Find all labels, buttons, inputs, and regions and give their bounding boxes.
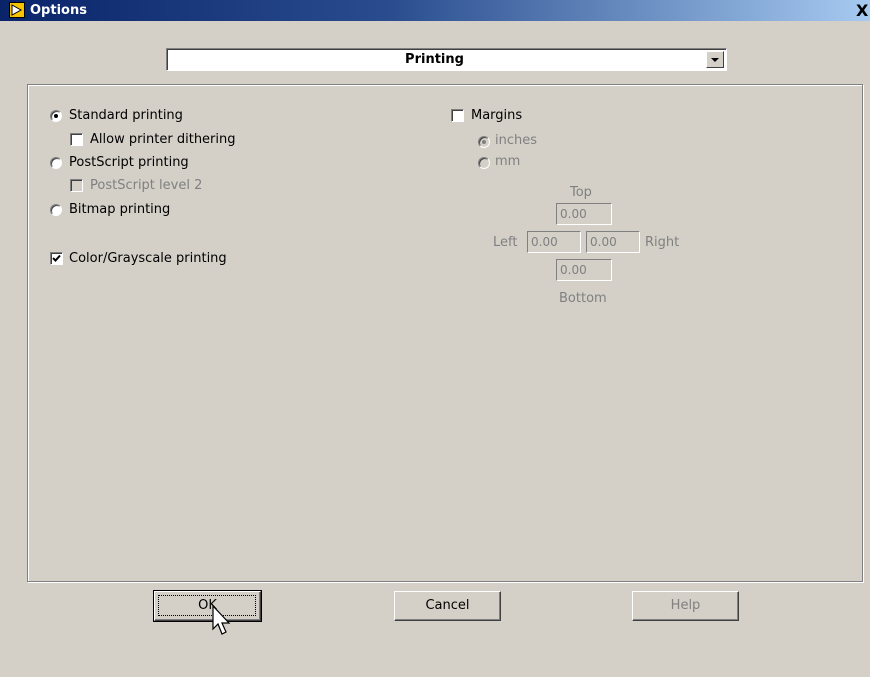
mm-label: mm bbox=[495, 154, 521, 169]
cancel-button-label: Cancel bbox=[425, 598, 470, 613]
margins-checkbox[interactable] bbox=[451, 109, 464, 122]
margins-label: Margins bbox=[471, 108, 523, 123]
ok-button[interactable]: OK bbox=[153, 590, 262, 622]
close-icon[interactable]: X bbox=[856, 1, 868, 20]
category-select[interactable]: Printing bbox=[166, 48, 727, 71]
inches-label: inches bbox=[495, 133, 538, 148]
mouse-cursor-icon bbox=[212, 605, 231, 635]
left-margin-field[interactable]: 0.00 bbox=[527, 231, 581, 253]
checkmark-icon bbox=[52, 254, 61, 262]
window-title: Options bbox=[30, 3, 87, 18]
bottom-margin-label: Bottom bbox=[559, 291, 607, 306]
right-margin-label: Right bbox=[645, 235, 680, 250]
top-margin-field[interactable]: 0.00 bbox=[556, 203, 612, 225]
focus-rect bbox=[158, 595, 256, 616]
mm-radio[interactable] bbox=[478, 157, 490, 169]
help-button-label: Help bbox=[670, 598, 701, 613]
category-select-value: Printing bbox=[405, 52, 464, 67]
bottom-margin-field[interactable]: 0.00 bbox=[556, 259, 612, 281]
postscript-level2-checkbox[interactable] bbox=[70, 179, 83, 192]
postscript-printing-label: PostScript printing bbox=[69, 155, 189, 170]
cancel-button[interactable]: Cancel bbox=[394, 591, 501, 621]
title-bar[interactable]: Options X bbox=[0, 0, 870, 21]
allow-dithering-label: Allow printer dithering bbox=[90, 132, 236, 147]
standard-printing-radio[interactable] bbox=[50, 110, 62, 122]
right-margin-field[interactable]: 0.00 bbox=[586, 231, 640, 253]
help-button[interactable]: Help bbox=[632, 591, 739, 621]
top-margin-label: Top bbox=[570, 185, 592, 200]
standard-printing-label: Standard printing bbox=[69, 108, 183, 123]
left-margin-label: Left bbox=[493, 235, 518, 250]
bitmap-printing-label: Bitmap printing bbox=[69, 202, 171, 217]
color-printing-label: Color/Grayscale printing bbox=[69, 251, 227, 266]
postscript-printing-radio[interactable] bbox=[50, 157, 62, 169]
bitmap-printing-radio[interactable] bbox=[50, 204, 62, 216]
color-printing-checkbox[interactable] bbox=[50, 252, 63, 265]
labview-app-icon bbox=[9, 2, 25, 18]
chevron-down-icon[interactable] bbox=[706, 51, 724, 68]
inches-radio[interactable] bbox=[478, 136, 490, 148]
postscript-level2-label: PostScript level 2 bbox=[90, 178, 203, 193]
allow-dithering-checkbox[interactable] bbox=[70, 133, 83, 146]
